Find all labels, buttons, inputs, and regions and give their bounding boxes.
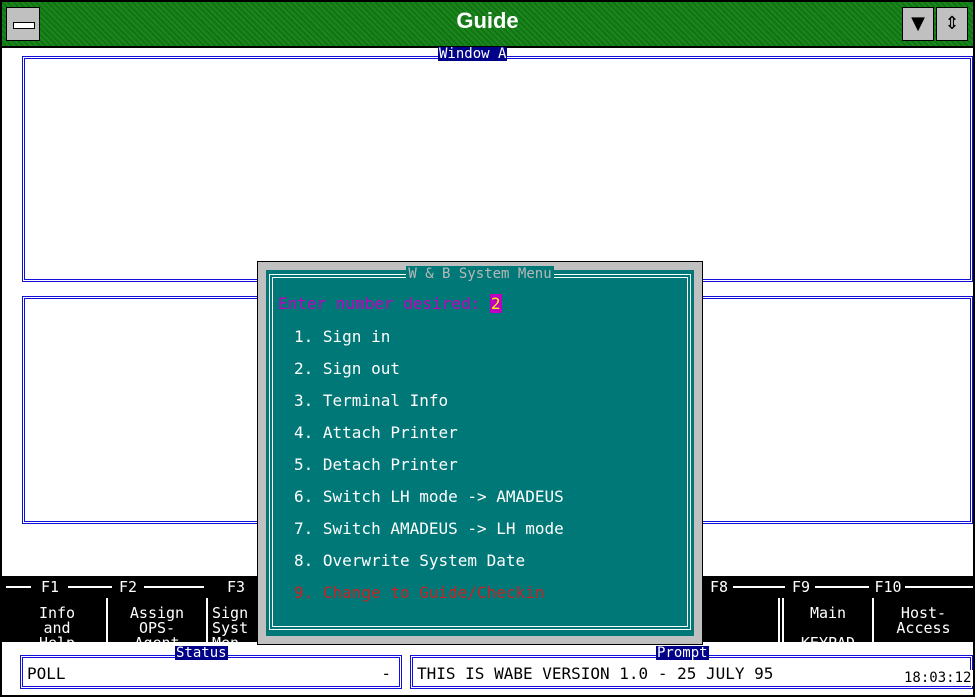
system-menu-panel: W & B System Menu Enter number desired: … (266, 266, 694, 636)
clock: 18:03:12 (902, 670, 974, 686)
down-arrow-icon: ▼ (911, 13, 925, 34)
prompt-label: Prompt (656, 645, 709, 661)
window-a: Window A (22, 47, 973, 282)
menu-prompt: Enter number desired: 2 (278, 294, 502, 313)
menu-item-switch-amadeus-to-lh[interactable]: 7. Switch AMADEUS -> LH mode (294, 519, 564, 538)
menu-item-terminal-info[interactable]: 3. Terminal Info (294, 391, 448, 410)
menu-prompt-text: Enter number desired: (278, 294, 490, 313)
menu-item-sign-out[interactable]: 2. Sign out (294, 359, 400, 378)
window-a-title: Window A (438, 46, 508, 62)
status-value: POLL (27, 664, 66, 683)
system-menu-dialog: W & B System Menu Enter number desired: … (257, 261, 703, 645)
system-menu-title: W & B System Menu (406, 266, 554, 282)
menu-item-switch-lh-to-amadeus[interactable]: 6. Switch LH mode -> AMADEUS (294, 487, 564, 506)
minimize-button[interactable]: ▼ (902, 7, 934, 41)
title-bar[interactable]: Guide ▼ ⇕ (2, 2, 973, 48)
status-bar: Status POLL - Prompt THIS IS WABE VERSIO… (2, 642, 974, 695)
menu-input[interactable]: 2 (489, 294, 502, 313)
menu-item-sign-in[interactable]: 1. Sign in (294, 327, 390, 346)
fkey-f8-label: F8 (709, 578, 729, 596)
maximize-button[interactable]: ⇕ (936, 7, 968, 41)
status-label: Status (175, 645, 228, 661)
status-dash: - (381, 664, 391, 683)
window-title: Guide (456, 8, 519, 33)
prompt-box: Prompt THIS IS WABE VERSION 1.0 - 25 JUL… (410, 646, 973, 689)
fkey-f10-text: Host- Access (896, 604, 951, 637)
status-box: Status POLL - (20, 646, 402, 689)
menu-item-overwrite-date[interactable]: 8. Overwrite System Date (294, 551, 525, 570)
menu-item-detach-printer[interactable]: 5. Detach Printer (294, 455, 458, 474)
up-down-arrow-icon: ⇕ (944, 13, 960, 34)
menu-item-attach-printer[interactable]: 4. Attach Printer (294, 423, 458, 442)
prompt-value: THIS IS WABE VERSION 1.0 - 25 JULY 95 (417, 664, 774, 683)
menu-item-change-to-guide[interactable]: 9. Change to Guide/Checkin (294, 583, 544, 602)
app-window: Guide ▼ ⇕ Window A F1 Info and F2 Assign… (0, 0, 975, 697)
